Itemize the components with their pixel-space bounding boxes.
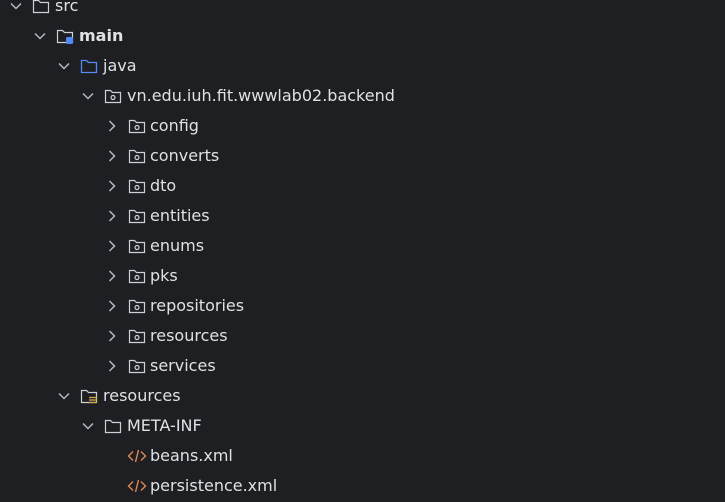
tree-node-entities[interactable]: entities — [0, 201, 725, 231]
tree-node-label: enums — [150, 236, 205, 255]
tree-node-beans-xml[interactable]: beans.xml — [0, 441, 725, 471]
package-icon — [128, 321, 146, 351]
tree-node-meta-inf[interactable]: META-INF — [0, 411, 725, 441]
package-icon — [128, 351, 146, 381]
tree-node-label: dto — [150, 176, 177, 195]
chevron-right-icon[interactable] — [104, 141, 120, 171]
tree-node-main[interactable]: main — [0, 21, 725, 51]
tree-node-label: services — [150, 356, 216, 375]
chevron-down-icon[interactable] — [56, 51, 72, 81]
source-folder-icon — [80, 51, 98, 81]
tree-node-label: resources — [103, 386, 181, 405]
chevron-right-icon[interactable] — [104, 171, 120, 201]
tree-node-label: entities — [150, 206, 210, 225]
chevron-down-icon[interactable] — [56, 381, 72, 411]
tree-node-src[interactable]: src — [0, 0, 725, 21]
project-tree: src main java vn.edu.iuh.fit.wwwlab02.ba… — [0, 0, 725, 502]
tree-node-dto[interactable]: dto — [0, 171, 725, 201]
package-icon — [128, 141, 146, 171]
package-icon — [128, 111, 146, 141]
chevron-right-icon[interactable] — [104, 261, 120, 291]
xml-file-icon — [127, 471, 147, 501]
package-icon — [104, 81, 122, 111]
tree-node-label: vn.edu.iuh.fit.wwwlab02.backend — [127, 86, 395, 105]
tree-node-enums[interactable]: enums — [0, 231, 725, 261]
package-icon — [128, 291, 146, 321]
tree-node-resources[interactable]: resources — [0, 381, 725, 411]
chevron-right-icon[interactable] — [104, 201, 120, 231]
tree-node-converts[interactable]: converts — [0, 141, 725, 171]
tree-node-label: converts — [150, 146, 220, 165]
chevron-right-icon[interactable] — [104, 291, 120, 321]
package-icon — [128, 261, 146, 291]
package-icon — [128, 231, 146, 261]
chevron-right-icon[interactable] — [104, 231, 120, 261]
tree-node-label: repositories — [150, 296, 245, 315]
xml-file-icon — [127, 441, 147, 471]
tree-node-label: pks — [150, 266, 178, 285]
tree-node-package[interactable]: vn.edu.iuh.fit.wwwlab02.backend — [0, 81, 725, 111]
chevron-down-icon[interactable] — [80, 411, 96, 441]
tree-node-pks[interactable]: pks — [0, 261, 725, 291]
tree-node-services[interactable]: services — [0, 351, 725, 381]
tree-node-label: main — [79, 26, 124, 45]
chevron-right-icon[interactable] — [104, 351, 120, 381]
tree-node-label: java — [103, 56, 137, 75]
module-folder-icon — [56, 21, 74, 51]
tree-node-label: persistence.xml — [150, 476, 278, 495]
chevron-down-icon[interactable] — [32, 21, 48, 51]
tree-node-label: resources — [150, 326, 228, 345]
chevron-right-icon[interactable] — [104, 111, 120, 141]
chevron-down-icon[interactable] — [80, 81, 96, 111]
package-icon — [128, 171, 146, 201]
tree-node-config[interactable]: config — [0, 111, 725, 141]
chevron-down-icon[interactable] — [8, 0, 24, 21]
folder-icon — [104, 411, 122, 441]
resources-folder-icon — [80, 381, 98, 411]
tree-node-repositories[interactable]: repositories — [0, 291, 725, 321]
tree-node-resources-package[interactable]: resources — [0, 321, 725, 351]
tree-node-label: config — [150, 116, 199, 135]
tree-node-label: beans.xml — [150, 446, 233, 465]
tree-node-label: src — [55, 0, 79, 15]
chevron-right-icon[interactable] — [104, 321, 120, 351]
package-icon — [128, 201, 146, 231]
tree-node-persistence-xml[interactable]: persistence.xml — [0, 471, 725, 501]
folder-icon — [32, 0, 50, 21]
tree-node-label: META-INF — [127, 416, 202, 435]
tree-node-java[interactable]: java — [0, 51, 725, 81]
